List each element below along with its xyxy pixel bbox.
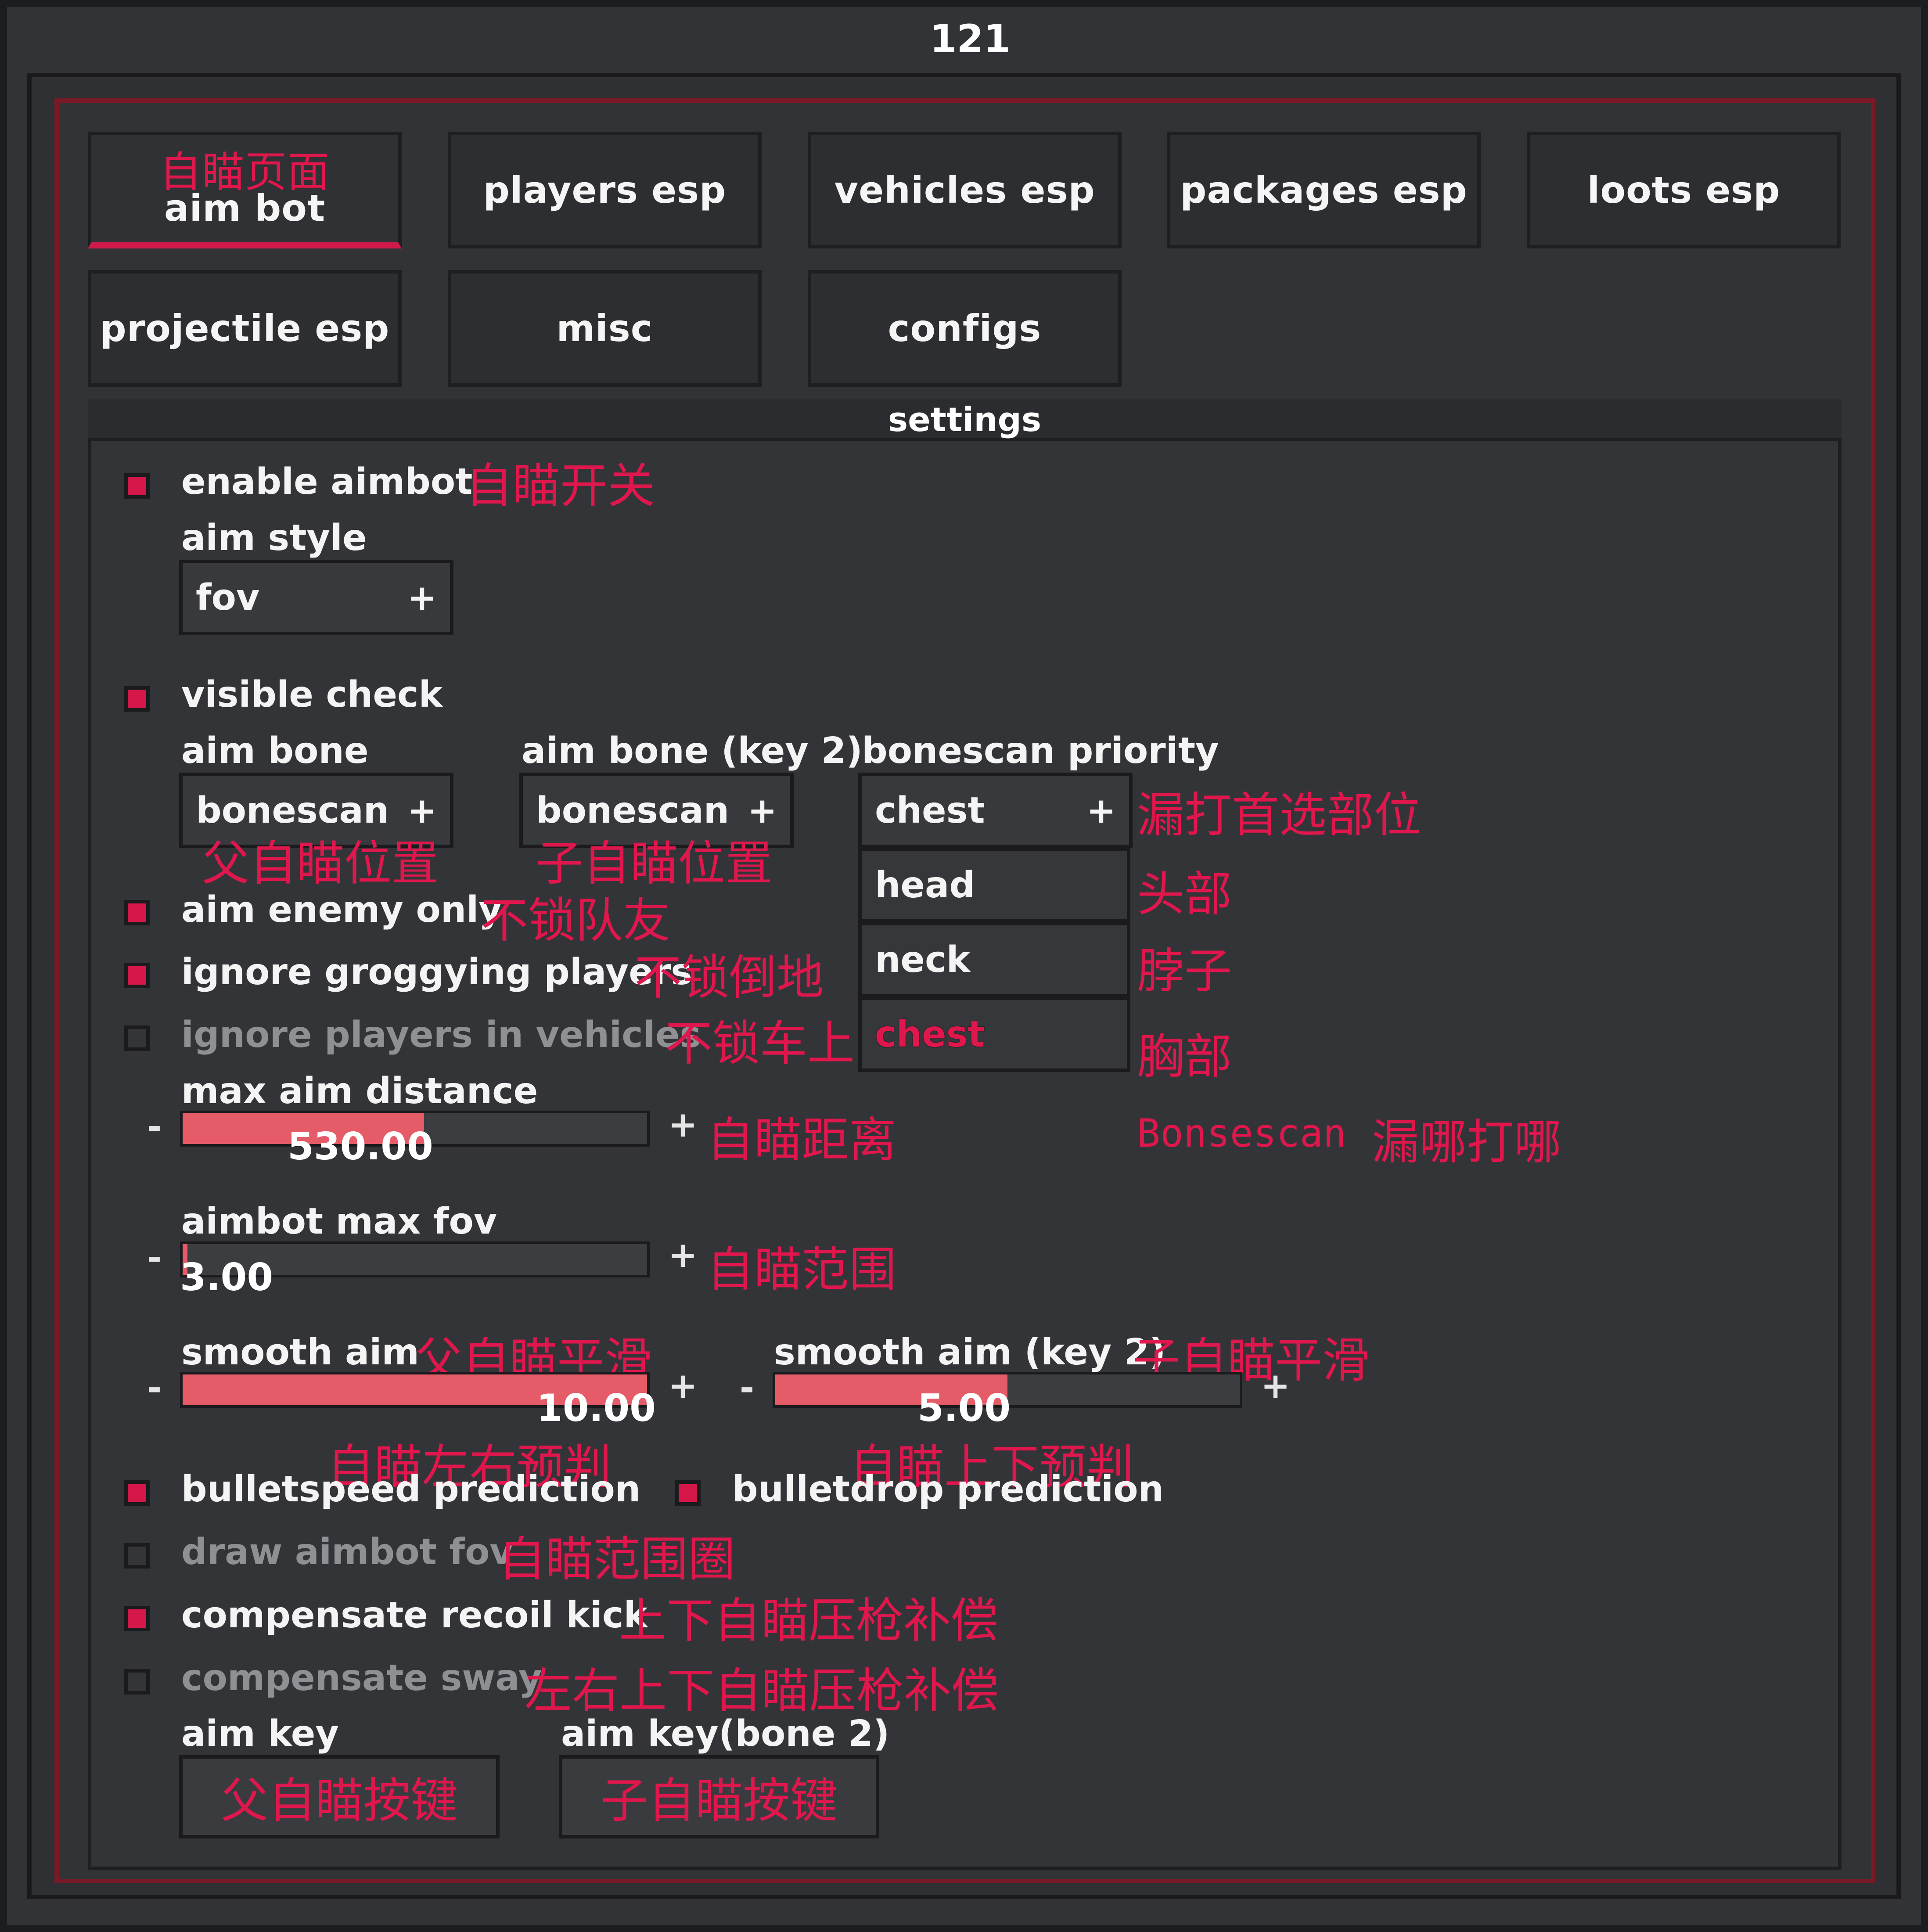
compensate-recoil-label: compensate recoil kick [181, 1594, 648, 1636]
aimbot-max-fov-value: 3.00 [180, 1256, 273, 1299]
max-aim-distance-note: 自瞄距离 [707, 1113, 897, 1168]
compensate-sway-note: 左右上下自瞄压枪补偿 [525, 1664, 999, 1719]
draw-aimbot-fov-checkbox[interactable] [124, 1543, 150, 1569]
tab-players-esp-label: players esp [483, 169, 727, 212]
smooth-aim-increment[interactable]: + [668, 1365, 698, 1406]
bonescan-priority-dropdown[interactable]: chest + [858, 773, 1133, 848]
tab-vehicles-esp-label: vehicles esp [834, 169, 1095, 212]
window-title: 121 [930, 16, 1011, 61]
enable-aimbot-checkbox[interactable] [124, 473, 150, 499]
bonescan-footer-note-latin: Bonsescan [1137, 1111, 1346, 1156]
enable-aimbot-note: 自瞄开关 [465, 459, 655, 514]
tab-loots-esp[interactable]: loots esp [1527, 132, 1841, 248]
aim-bone-key2-label: aim bone (key 2) [522, 730, 863, 772]
aimbot-max-fov-note: 自瞄范围 [707, 1242, 897, 1297]
max-aim-distance-increment[interactable]: + [668, 1104, 698, 1145]
bulletspeed-prediction-checkbox[interactable] [124, 1480, 150, 1506]
bonescan-option-chest[interactable]: chest [858, 997, 1130, 1072]
bonescan-option-chest-label: chest [875, 1013, 985, 1055]
aim-bone-label: aim bone [181, 730, 369, 772]
settings-header: settings [88, 399, 1842, 441]
aim-enemy-only-label: aim enemy only [181, 889, 502, 931]
compensate-recoil-note: 上下自瞄压枪补偿 [619, 1594, 999, 1648]
bonescan-option-neck-label: neck [875, 939, 971, 981]
visible-check-label: visible check [181, 674, 443, 716]
smooth-aim-label: smooth aim [181, 1331, 419, 1373]
tab-packages-esp[interactable]: packages esp [1167, 132, 1481, 248]
bonescan-option-head[interactable]: head [858, 847, 1130, 923]
tab-misc-label: misc [556, 307, 653, 350]
draw-aimbot-fov-label: draw aimbot fov [181, 1531, 513, 1573]
compensate-recoil-checkbox[interactable] [124, 1606, 150, 1631]
max-aim-distance-label: max aim distance [181, 1070, 538, 1112]
bulletdrop-prediction-checkbox[interactable] [675, 1480, 701, 1506]
bulletspeed-prediction-label: bulletspeed prediction [181, 1468, 641, 1510]
visible-check-checkbox[interactable] [124, 686, 150, 712]
expand-plus-icon: + [407, 577, 437, 618]
expand-plus-icon: + [1086, 790, 1116, 831]
aim-key-value: 父自瞄按键 [220, 1774, 458, 1828]
bonescan-priority-value: chest [875, 789, 985, 831]
tab-aim-bot-label: aim bot [164, 187, 326, 230]
aim-style-value: fov [196, 576, 260, 619]
aim-key-bone2-button[interactable]: 子自瞄按键 [559, 1755, 879, 1838]
aimbot-max-fov-label: aimbot max fov [181, 1201, 497, 1242]
aim-key-label: aim key [181, 1713, 339, 1755]
bonescan-option-head-note: 头部 [1137, 867, 1232, 922]
bonescan-priority-note: 漏打首选部位 [1137, 788, 1422, 843]
aim-key-bone2-value: 子自瞄按键 [600, 1774, 838, 1828]
max-aim-distance-decrement[interactable]: - [147, 1106, 162, 1147]
aim-key-bone2-label: aim key(bone 2) [561, 1713, 890, 1755]
compensate-sway-checkbox[interactable] [124, 1669, 150, 1695]
smooth-aim-value: 10.00 [536, 1386, 656, 1430]
enable-aimbot-label: enable aimbot [181, 461, 473, 503]
tab-misc[interactable]: misc [448, 270, 762, 387]
bonescan-option-neck-note: 脖子 [1137, 944, 1232, 999]
ignore-groggying-note: 不锁倒地 [634, 950, 824, 1005]
tab-packages-esp-label: packages esp [1180, 169, 1468, 212]
tab-loots-esp-label: loots esp [1587, 169, 1781, 212]
bulletdrop-prediction-label: bulletdrop prediction [732, 1468, 1164, 1510]
ignore-vehicles-note: 不锁车上 [665, 1016, 855, 1071]
tab-configs-label: configs [888, 307, 1042, 350]
ignore-groggying-checkbox[interactable] [124, 963, 150, 988]
aim-key-button[interactable]: 父自瞄按键 [179, 1755, 500, 1838]
tab-vehicles-esp[interactable]: vehicles esp [808, 132, 1122, 248]
bonescan-footer-note: 漏哪打哪 [1372, 1115, 1562, 1170]
expand-plus-icon: + [407, 790, 437, 831]
smooth-aim-decrement[interactable]: - [147, 1367, 162, 1408]
ignore-groggying-label: ignore groggying players [181, 951, 693, 993]
aim-style-dropdown[interactable]: fov + [179, 560, 453, 635]
aim-style-label: aim style [181, 517, 367, 559]
aimbot-max-fov-increment[interactable]: + [668, 1234, 698, 1275]
smooth-aim-key2-decrement[interactable]: - [740, 1367, 754, 1408]
tab-projectile-esp[interactable]: projectile esp [88, 270, 402, 387]
smooth-aim-key2-increment[interactable]: + [1261, 1365, 1290, 1406]
expand-plus-icon: + [747, 790, 777, 831]
smooth-aim-key2-value: 5.00 [917, 1386, 1011, 1430]
aim-bone-note: 父自瞄位置 [202, 836, 439, 891]
tab-projectile-esp-label: projectile esp [100, 307, 390, 350]
max-aim-distance-value: 530.00 [288, 1125, 433, 1169]
tab-players-esp[interactable]: players esp [448, 132, 762, 248]
aim-enemy-only-checkbox[interactable] [124, 900, 150, 925]
tab-aim-bot[interactable]: 自瞄页面 aim bot [88, 132, 402, 248]
ignore-vehicles-checkbox[interactable] [124, 1025, 150, 1051]
ignore-vehicles-label: ignore players in vehicles [181, 1014, 701, 1056]
aimbot-max-fov-decrement[interactable]: - [147, 1237, 162, 1278]
bonescan-option-neck[interactable]: neck [858, 922, 1130, 997]
bonescan-option-chest-note: 胸部 [1137, 1029, 1232, 1084]
compensate-sway-label: compensate sway [181, 1657, 542, 1699]
draw-aimbot-fov-note: 自瞄范围圈 [498, 1532, 736, 1587]
tab-configs[interactable]: configs [808, 270, 1122, 387]
smooth-aim-key2-label: smooth aim (key 2) [774, 1331, 1166, 1373]
bonescan-option-head-label: head [875, 864, 975, 906]
bonescan-priority-label: bonescan priority [862, 730, 1219, 772]
